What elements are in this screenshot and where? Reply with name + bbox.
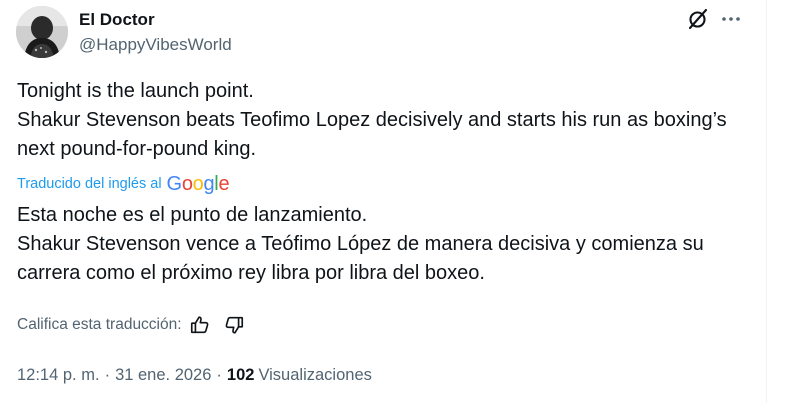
google-logo: Google: [167, 174, 230, 194]
column-divider: [766, 0, 767, 403]
tweet-original-text: Tonight is the launch point. Shakur Stev…: [17, 80, 727, 160]
tweet: El Doctor @HappyVibesWorld Tonight is th…: [0, 0, 766, 403]
display-name[interactable]: El Doctor: [79, 10, 155, 30]
translated-by-link[interactable]: Traducido del inglés al Google: [17, 172, 230, 196]
rate-translation-label: Califica esta traducción:: [17, 316, 182, 333]
meta-separator: ·: [104, 365, 111, 384]
google-logo-letter: o: [181, 173, 193, 195]
google-logo-letter: e: [218, 173, 230, 195]
translated-by-label: Traducido del inglés al: [17, 176, 162, 192]
avatar[interactable]: [16, 6, 68, 58]
views-label: Visualizaciones: [258, 365, 372, 384]
grok-icon[interactable]: [686, 7, 710, 31]
tweet-meta: 12:14 p. m. · 31 ene. 2026 · 102 Visuali…: [17, 364, 372, 386]
google-logo-letter: o: [192, 173, 204, 195]
user-handle[interactable]: @HappyVibesWorld: [79, 35, 232, 55]
views-count: 102: [226, 365, 255, 384]
thumbs-up-icon[interactable]: [189, 314, 211, 336]
google-logo-letter: g: [203, 173, 215, 195]
tweet-time[interactable]: 12:14 p. m.: [17, 366, 100, 385]
avatar-image: [16, 6, 68, 58]
meta-separator: ·: [216, 365, 222, 384]
more-options-icon[interactable]: [719, 7, 743, 31]
rate-translation-row: Califica esta traducción:: [17, 312, 245, 338]
google-logo-letter: G: [166, 173, 183, 195]
thumbs-down-icon[interactable]: [223, 314, 245, 336]
tweet-date[interactable]: 31 ene. 2026: [115, 366, 211, 385]
tweet-translated-text: Esta noche es el punto de lanzamiento. S…: [17, 204, 704, 284]
